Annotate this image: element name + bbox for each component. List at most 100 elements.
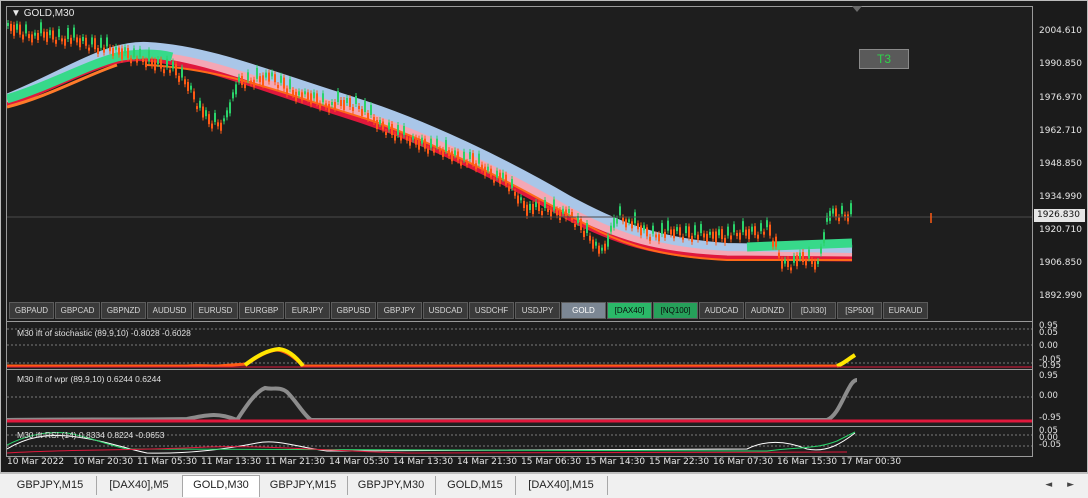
tab-gbpjpy-m15-2[interactable]: GBPJPY,M15 bbox=[259, 476, 348, 495]
tab-gbpjpy-m15[interactable]: GBPJPY,M15 bbox=[4, 476, 97, 495]
candle-body bbox=[91, 37, 93, 45]
candle-body bbox=[463, 151, 465, 160]
bull-band-segment-end bbox=[746, 238, 853, 252]
candle-body bbox=[424, 138, 426, 149]
candle-body bbox=[568, 209, 570, 213]
main-ma-line bbox=[7, 56, 853, 262]
candle-body bbox=[520, 197, 522, 201]
candle-body bbox=[70, 37, 72, 44]
candle-body bbox=[265, 72, 267, 78]
symbol-button-gbpusd[interactable]: GBPUSD bbox=[331, 302, 376, 319]
tab-gbpjpy-m30[interactable]: GBPJPY,M30 bbox=[347, 476, 436, 495]
scroll-marker-icon[interactable] bbox=[852, 6, 862, 12]
candle-body bbox=[748, 229, 750, 240]
candle-body bbox=[832, 208, 834, 214]
symbol-button-sp500[interactable]: [SP500] bbox=[837, 302, 882, 319]
candle-body bbox=[64, 38, 66, 46]
candle-body bbox=[220, 122, 222, 131]
mid-band bbox=[7, 50, 853, 261]
t3-marker-label[interactable]: T3 bbox=[859, 49, 909, 69]
symbol-button-gbpaud[interactable]: GBPAUD bbox=[9, 302, 54, 319]
candle-body bbox=[7, 23, 9, 26]
candle-body bbox=[640, 225, 642, 236]
candle-body bbox=[670, 229, 672, 235]
candle-body bbox=[502, 172, 504, 179]
candle-body bbox=[67, 28, 69, 39]
symbol-button-eurgbp[interactable]: EURGBP bbox=[239, 302, 284, 319]
candle-body bbox=[43, 31, 45, 38]
candle-body bbox=[733, 224, 735, 233]
candle-body bbox=[541, 211, 543, 215]
candle-body bbox=[22, 34, 24, 40]
symbol-button-dji30[interactable]: [DJI30] bbox=[791, 302, 836, 319]
dropdown-triangle-icon[interactable]: ▼ bbox=[11, 8, 21, 19]
candle-body bbox=[100, 37, 102, 48]
symbol-button-audnzd[interactable]: AUDNZD bbox=[745, 302, 790, 319]
candle-body bbox=[181, 67, 183, 78]
candle-body bbox=[304, 91, 306, 95]
candle-body bbox=[478, 153, 480, 164]
candle-body bbox=[511, 179, 513, 188]
candle-body bbox=[49, 30, 51, 36]
symbol-button-eurjpy[interactable]: EURJPY bbox=[285, 302, 330, 319]
candle-body bbox=[31, 34, 33, 43]
symbol-button-gold[interactable]: GOLD bbox=[561, 302, 606, 319]
symbol-button-audusd[interactable]: AUDUSD bbox=[147, 302, 192, 319]
price-tick-label: 1920.710 bbox=[1039, 225, 1082, 235]
candle-body bbox=[127, 48, 129, 58]
candle-body bbox=[46, 31, 48, 42]
candle-body bbox=[778, 252, 780, 258]
rsi-subwindow[interactable]: M30 ift RSI (14) 0.8334 0.8224 -0.0653 bbox=[7, 426, 1032, 457]
candle-body bbox=[649, 236, 651, 241]
candle-body bbox=[658, 234, 660, 242]
candle-body bbox=[610, 225, 612, 232]
level-label: 0.95 bbox=[1039, 371, 1058, 381]
candle-body bbox=[340, 100, 342, 106]
candle-body bbox=[280, 75, 282, 83]
tab-dax40-m5[interactable]: [DAX40],M5 bbox=[96, 476, 183, 495]
tab-gold-m30[interactable]: GOLD,M30 bbox=[182, 475, 260, 497]
symbol-button-euraud[interactable]: EURAUD bbox=[883, 302, 928, 319]
candle-body bbox=[262, 75, 264, 86]
candle-body bbox=[286, 88, 288, 95]
stochastic-subwindow[interactable]: M30 ift of stochastic (89,9,10) -0.8028 … bbox=[7, 321, 1032, 369]
symbol-button-usdjpy[interactable]: USDJPY bbox=[515, 302, 560, 319]
symbol-button-gbpnzd[interactable]: GBPNZD bbox=[101, 302, 146, 319]
candle-body bbox=[61, 38, 63, 42]
candle-body bbox=[406, 136, 408, 141]
candle-body bbox=[418, 138, 420, 150]
symbol-button-dax40[interactable]: [DAX40] bbox=[607, 302, 652, 319]
candle-body bbox=[73, 27, 75, 38]
candle-body bbox=[484, 166, 486, 176]
symbol-button-gbpjpy[interactable]: GBPJPY bbox=[377, 302, 422, 319]
time-label: 14 Mar 05:30 bbox=[329, 457, 390, 467]
price-tick-label: 1990.850 bbox=[1039, 59, 1082, 69]
candle-body bbox=[637, 223, 639, 230]
candle-body bbox=[760, 223, 762, 232]
candle-body bbox=[841, 205, 843, 214]
candle-body bbox=[37, 33, 39, 40]
symbol-button-eurusd[interactable]: EURUSD bbox=[193, 302, 238, 319]
tab-scroll-arrows-icon[interactable]: ◄ ► bbox=[1045, 480, 1080, 490]
symbol-button-nq100[interactable]: [NQ100] bbox=[653, 302, 698, 319]
symbol-button-gbpcad[interactable]: GBPCAD bbox=[55, 302, 100, 319]
candle-body bbox=[505, 174, 507, 185]
candle-body bbox=[448, 150, 450, 157]
symbol-button-usdchf[interactable]: USDCHF bbox=[469, 302, 514, 319]
candle-body bbox=[235, 84, 237, 95]
candle-body bbox=[310, 93, 312, 105]
tab-dax40-m15[interactable]: [DAX40],M15 bbox=[515, 476, 608, 495]
candle-body bbox=[205, 110, 207, 117]
candle-body bbox=[490, 168, 492, 177]
candle-body bbox=[343, 100, 345, 110]
tab-gold-m15[interactable]: GOLD,M15 bbox=[435, 476, 516, 495]
candle-body bbox=[718, 229, 720, 236]
wpr-subwindow[interactable]: M30 ift of wpr (89,9,10) 0.6244 0.6244 bbox=[7, 369, 1032, 426]
symbol-button-usdcad[interactable]: USDCAD bbox=[423, 302, 468, 319]
time-label: 10 Mar 20:30 bbox=[73, 457, 134, 467]
candle-body bbox=[625, 219, 627, 228]
symbol-button-audcad[interactable]: AUDCAD bbox=[699, 302, 744, 319]
candle-body bbox=[667, 220, 669, 231]
candle-body bbox=[256, 67, 258, 79]
candle-body bbox=[25, 24, 27, 34]
